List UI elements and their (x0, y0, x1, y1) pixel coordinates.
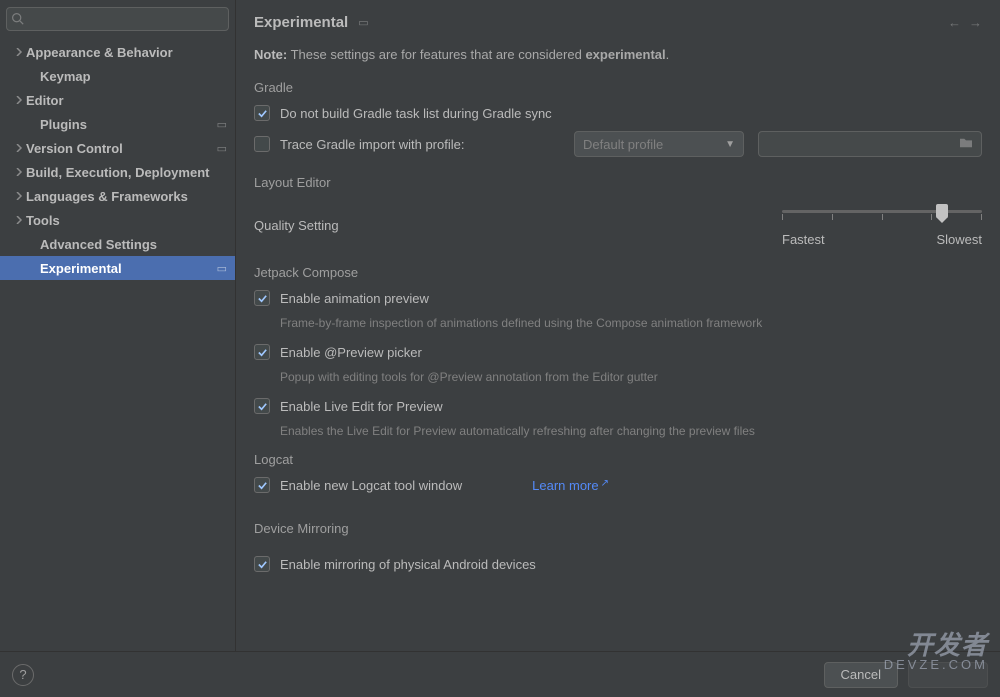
section-mirror: Device Mirroring (254, 521, 982, 536)
trace-profile-dropdown[interactable]: Default profile ▼ (574, 131, 744, 157)
sidebar-item-plugins[interactable]: Plugins▭ (0, 112, 235, 136)
project-indicator-icon: ▭ (217, 118, 227, 131)
settings-tree: Appearance & Behavior Keymap Editor Plugins… (0, 38, 235, 651)
project-indicator-icon: ▭ (358, 16, 368, 29)
page-title: Experimental (254, 14, 348, 31)
logcat-learn-more-link[interactable]: Learn more↗ (532, 478, 609, 493)
live-edit-label: Enable Live Edit for Preview (280, 399, 443, 414)
gradle-no-build-row[interactable]: Do not build Gradle task list during Gra… (254, 105, 982, 121)
nav-forward-icon[interactable]: → (969, 15, 982, 30)
slider-max-label: Slowest (936, 232, 982, 247)
search-input[interactable] (6, 7, 229, 31)
sidebar-item-languages-frameworks[interactable]: Languages & Frameworks (0, 184, 235, 208)
gradle-trace-label: Trace Gradle import with profile: (280, 137, 464, 152)
sidebar-item-keymap[interactable]: Keymap (0, 64, 235, 88)
compose-live-row[interactable]: Enable Live Edit for Preview (254, 398, 982, 414)
search-icon (11, 12, 24, 25)
logcat-row[interactable]: Enable new Logcat tool window Learn more… (254, 477, 982, 493)
compose-picker-row[interactable]: Enable @Preview picker (254, 344, 982, 360)
preview-picker-desc: Popup with editing tools for @Preview an… (280, 370, 982, 384)
gradle-no-build-label: Do not build Gradle task list during Gra… (280, 106, 552, 121)
project-indicator-icon: ▭ (217, 142, 227, 155)
project-indicator-icon: ▭ (217, 262, 227, 275)
sidebar-item-build-execution-deployment[interactable]: Build, Execution, Deployment (0, 160, 235, 184)
note-text: Note: These settings are for features th… (254, 47, 982, 62)
quality-slider[interactable] (782, 204, 982, 228)
checkbox-anim-preview[interactable] (254, 290, 270, 306)
section-compose: Jetpack Compose (254, 265, 982, 280)
anim-preview-desc: Frame-by-frame inspection of animations … (280, 316, 982, 330)
checkbox-gradle-no-build[interactable] (254, 105, 270, 121)
settings-search[interactable] (6, 7, 229, 31)
content-header: Experimental ▭ ← → (236, 0, 1000, 41)
sidebar-item-experimental[interactable]: Experimental▭ (0, 256, 235, 280)
slider-min-label: Fastest (782, 232, 825, 247)
trace-path-field[interactable] (758, 131, 982, 157)
section-layout-editor: Layout Editor (254, 175, 982, 190)
preview-picker-label: Enable @Preview picker (280, 345, 422, 360)
checkbox-gradle-trace[interactable] (254, 136, 270, 152)
section-logcat: Logcat (254, 452, 982, 467)
settings-content: Experimental ▭ ← → Note: These settings … (236, 0, 1000, 651)
sidebar-item-label: Tools (26, 213, 227, 228)
sidebar-item-label: Build, Execution, Deployment (26, 165, 227, 180)
chevron-down-icon: ▼ (725, 139, 735, 150)
sidebar-item-label: Version Control (26, 141, 217, 156)
sidebar-item-advanced-settings[interactable]: Advanced Settings (0, 232, 235, 256)
sidebar-item-label: Appearance & Behavior (26, 45, 227, 60)
checkbox-mirror[interactable] (254, 556, 270, 572)
secondary-button[interactable] (908, 662, 988, 688)
sidebar-item-tools[interactable]: Tools (0, 208, 235, 232)
live-edit-desc: Enables the Live Edit for Preview automa… (280, 424, 982, 438)
chevron-right-icon (12, 192, 26, 200)
compose-anim-row[interactable]: Enable animation preview (254, 290, 982, 306)
sidebar-item-label: Languages & Frameworks (26, 189, 227, 204)
slider-thumb[interactable] (936, 204, 948, 218)
external-link-icon: ↗ (601, 478, 609, 489)
sidebar-item-label: Keymap (40, 69, 227, 84)
checkbox-live-edit[interactable] (254, 398, 270, 414)
nav-back-icon[interactable]: ← (948, 15, 961, 30)
checkbox-preview-picker[interactable] (254, 344, 270, 360)
chevron-right-icon (12, 96, 26, 104)
chevron-right-icon (12, 48, 26, 56)
chevron-right-icon (12, 216, 26, 224)
chevron-right-icon (12, 144, 26, 152)
settings-sidebar: Appearance & Behavior Keymap Editor Plugins… (0, 0, 236, 651)
checkbox-logcat[interactable] (254, 477, 270, 493)
sidebar-item-label: Plugins (40, 117, 217, 132)
help-button[interactable]: ? (12, 664, 34, 686)
quality-label: Quality Setting (254, 218, 339, 233)
folder-icon[interactable] (959, 137, 973, 152)
sidebar-item-label: Advanced Settings (40, 237, 227, 252)
sidebar-item-version-control[interactable]: Version Control▭ (0, 136, 235, 160)
sidebar-item-editor[interactable]: Editor (0, 88, 235, 112)
dialog-footer: ? Cancel (0, 651, 1000, 697)
mirror-row[interactable]: Enable mirroring of physical Android dev… (254, 556, 982, 572)
cancel-button[interactable]: Cancel (824, 662, 898, 688)
sidebar-item-label: Experimental (40, 261, 217, 276)
anim-preview-label: Enable animation preview (280, 291, 429, 306)
logcat-label: Enable new Logcat tool window (280, 478, 462, 493)
chevron-right-icon (12, 168, 26, 176)
section-gradle: Gradle (254, 80, 982, 95)
sidebar-item-appearance-behavior[interactable]: Appearance & Behavior (0, 40, 235, 64)
mirror-label: Enable mirroring of physical Android dev… (280, 557, 536, 572)
sidebar-item-label: Editor (26, 93, 227, 108)
